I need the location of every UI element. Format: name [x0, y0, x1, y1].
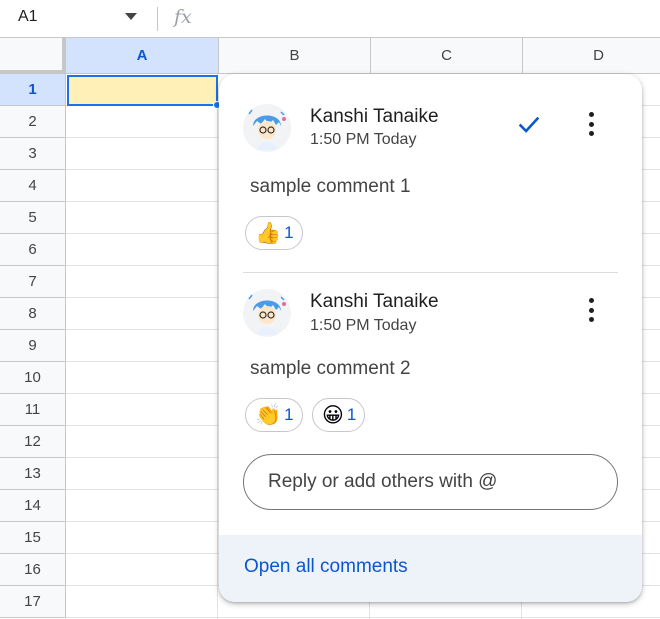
reply-input[interactable]: Reply or add others with @ [243, 454, 618, 510]
comment-text: sample comment 2 [250, 358, 411, 379]
column-header-d[interactable]: D [523, 38, 660, 74]
row-header-3[interactable]: 3 [0, 138, 66, 170]
row-header-12[interactable]: 12 [0, 426, 66, 458]
row-header-1[interactable]: 1 [0, 74, 66, 106]
reaction-chip-grin[interactable]: 😀 1 [312, 398, 366, 432]
resolve-check-icon[interactable] [515, 110, 543, 138]
row-header-16[interactable]: 16 [0, 554, 66, 586]
row-header-7[interactable]: 7 [0, 266, 66, 298]
comment-timestamp: 1:50 PM Today [310, 317, 417, 334]
spreadsheet-window: A1 fx A B C D 1 2 3 4 5 6 7 8 9 10 11 12… [0, 0, 660, 619]
reaction-count: 1 [346, 405, 357, 424]
formula-bar: A1 fx [0, 0, 660, 38]
row-header-5[interactable]: 5 [0, 202, 66, 234]
row-header-2[interactable]: 2 [0, 106, 66, 138]
thumbs-up-icon: 👍 [255, 221, 282, 245]
reaction-chip-clap[interactable]: 👏 1 [245, 398, 303, 432]
selected-cell-a1[interactable] [67, 75, 221, 109]
formula-bar-divider [157, 7, 158, 31]
row-header-8[interactable]: 8 [0, 298, 66, 330]
comment-thread-card: Kanshi Tanaike 1:50 PM Today sample comm… [219, 74, 642, 602]
select-all-corner[interactable] [0, 38, 66, 74]
row-header-11[interactable]: 11 [0, 394, 66, 426]
column-header-c[interactable]: C [371, 38, 523, 74]
comment-author: Kanshi Tanaike [310, 291, 439, 312]
row-header-10[interactable]: 10 [0, 362, 66, 394]
more-options-icon[interactable] [581, 295, 601, 325]
row-header-14[interactable]: 14 [0, 490, 66, 522]
comment-divider [243, 272, 618, 273]
column-header-a[interactable]: A [66, 38, 219, 74]
comment-author: Kanshi Tanaike [310, 106, 439, 127]
grinning-face-icon: 😀 [322, 403, 344, 427]
function-icon[interactable]: fx [174, 6, 192, 28]
row-header-13[interactable]: 13 [0, 458, 66, 490]
open-all-comments-link[interactable]: Open all comments [244, 556, 408, 578]
row-header-6[interactable]: 6 [0, 234, 66, 266]
avatar [243, 289, 291, 337]
row-header-4[interactable]: 4 [0, 170, 66, 202]
comment-timestamp: 1:50 PM Today [310, 131, 417, 148]
reaction-chip-thumbs-up[interactable]: 👍 1 [245, 216, 303, 250]
row-header-15[interactable]: 15 [0, 522, 66, 554]
comment-card-footer: Open all comments [219, 535, 642, 602]
reaction-count: 1 [284, 223, 294, 242]
row-header-9[interactable]: 9 [0, 330, 66, 362]
chevron-down-icon[interactable] [125, 13, 137, 20]
avatar [243, 104, 291, 152]
name-box[interactable]: A1 [18, 8, 38, 26]
row-header-17[interactable]: 17 [0, 586, 66, 618]
clapping-hands-icon: 👏 [255, 403, 282, 427]
comment-text: sample comment 1 [250, 176, 411, 197]
more-options-icon[interactable] [581, 109, 601, 139]
reaction-count: 1 [284, 405, 294, 424]
column-header-b[interactable]: B [219, 38, 371, 74]
